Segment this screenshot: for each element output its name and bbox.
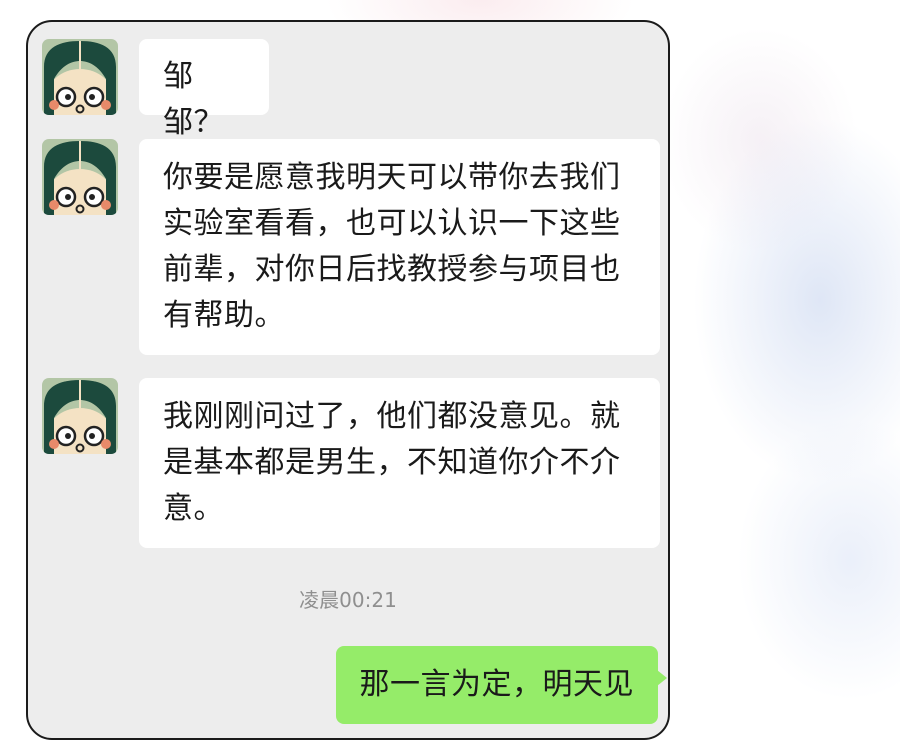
message-text: 邹邹？ — [163, 59, 224, 140]
message-timestamp: 凌晨00:21 — [299, 588, 397, 612]
message-text: 那一言为定，明天见 — [359, 667, 634, 702]
message-text: 你要是愿意我明天可以带你去我们实验室看看，也可以认识一下这些前辈，对你日后找教授… — [163, 160, 621, 333]
chat-screen: 邹邹？ 你要是愿意我明天可以带你去我们实验室看看，也可以认识一下这些前辈，对你日… — [26, 20, 670, 740]
contact-avatar-icon[interactable] — [42, 139, 118, 215]
message-text: 我刚刚问过了，他们都没意见。就是基本都是男生，不知道你介不介意。 — [163, 399, 621, 526]
incoming-message-bubble[interactable]: 我刚刚问过了，他们都没意见。就是基本都是男生，不知道你介不介意。 — [139, 378, 660, 548]
contact-avatar-icon[interactable] — [42, 39, 118, 115]
contact-avatar-icon[interactable] — [42, 378, 118, 454]
outgoing-message-bubble[interactable]: 那一言为定，明天见 — [335, 646, 667, 724]
incoming-message-bubble[interactable]: 你要是愿意我明天可以带你去我们实验室看看，也可以认识一下这些前辈，对你日后找教授… — [139, 139, 660, 355]
incoming-message-bubble[interactable]: 邹邹？ — [139, 39, 269, 140]
